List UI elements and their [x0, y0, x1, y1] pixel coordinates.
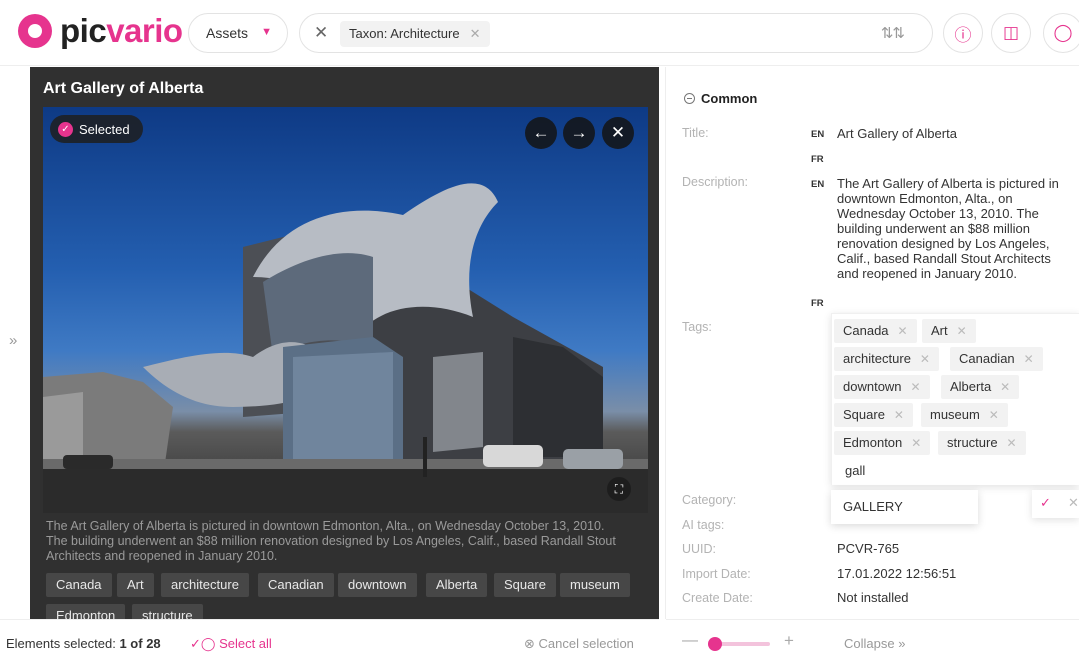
ai-tags-label: AI tags: [682, 518, 725, 532]
collapse-button[interactable]: Collapse » [844, 636, 905, 651]
collapse-section-icon [684, 93, 695, 104]
close-viewer-icon[interactable]: ✕ [602, 117, 634, 149]
confirm-check-icon[interactable]: ✓ [1040, 495, 1051, 511]
viewer-tag[interactable]: downtown [338, 573, 417, 597]
tag-chip: structure ✕ [938, 431, 1026, 455]
description-label: Description: [682, 175, 748, 189]
filter-settings-icon[interactable]: ⇅⇅ [881, 24, 905, 42]
remove-tag-icon[interactable]: ✕ [989, 403, 999, 427]
remove-tag-icon[interactable]: ✕ [957, 319, 967, 343]
remove-tag-icon[interactable]: ✕ [894, 403, 904, 427]
selection-bar: Elements selected: 1 of 28 ✓◯ Select all… [0, 619, 659, 660]
lang-fr-badge: FR [811, 154, 824, 165]
viewer-title: Art Gallery of Alberta [43, 80, 204, 97]
remove-filter-icon[interactable]: ✕ [470, 21, 481, 47]
assets-select[interactable]: Assets ▼ [188, 13, 288, 53]
remove-tag-icon[interactable]: ✕ [897, 319, 907, 343]
viewer-tag[interactable]: Edmonton [46, 604, 126, 619]
category-input[interactable]: GALLERY [831, 490, 978, 524]
fullscreen-icon[interactable]: ⛶ [607, 477, 631, 501]
select-all-button[interactable]: ✓◯ Select all [190, 636, 272, 652]
picvario-logo[interactable]: picvario [18, 14, 183, 48]
previous-arrow-icon[interactable]: ← [525, 117, 557, 149]
create-date-value: Not installed [837, 590, 909, 605]
remove-tag-icon[interactable]: ✕ [1024, 347, 1034, 371]
viewer-tag[interactable]: Art [117, 573, 154, 597]
next-arrow-icon[interactable]: → [563, 117, 595, 149]
clear-search-icon[interactable]: ✕ [314, 23, 328, 43]
elements-selected-count: Elements selected: 1 of 28 [6, 636, 161, 651]
viewer-tag[interactable]: museum [560, 573, 630, 597]
tag-chip: Canadian ✕ [950, 347, 1043, 371]
remove-tag-icon[interactable]: ✕ [1000, 375, 1010, 399]
elements-selected-value: 1 of 28 [119, 636, 161, 651]
panel-divider [665, 67, 666, 619]
zoom-slider-handle[interactable] [708, 637, 722, 651]
chevron-down-icon: ▼ [261, 26, 272, 38]
tag-input[interactable]: gall [845, 463, 865, 478]
uuid-label: UUID: [682, 542, 717, 556]
tag-chip: Canada ✕ [834, 319, 917, 343]
panel-footer: — + Collapse » [666, 619, 1079, 660]
lang-en-badge: EN [811, 179, 825, 190]
logo-mark-icon [18, 14, 52, 48]
tag-chip: Alberta ✕ [941, 375, 1020, 399]
remove-tag-icon[interactable]: ✕ [920, 347, 930, 371]
check-icon: ✓ [58, 121, 73, 137]
tag-chip: downtown ✕ [834, 375, 930, 399]
selected-badge[interactable]: ✓ Selected [50, 115, 143, 143]
zoom-out-icon[interactable]: — [682, 632, 698, 650]
section-common-header[interactable]: Common [684, 91, 757, 106]
description-en-field[interactable]: The Art Gallery of Alberta is pictured i… [837, 176, 1062, 281]
category-confirm: ✓ ✕ [1032, 490, 1079, 518]
tags-editor[interactable]: Canada ✕ Art ✕ architecture ✕ Canadian ✕ dow… [831, 313, 1079, 485]
app-header: picvario Assets ▼ ✕ Taxon: Architecture … [0, 0, 1079, 66]
tag-chip: architecture ✕ [834, 347, 939, 371]
viewer-tag[interactable]: Canadian [258, 573, 334, 597]
create-date-label: Create Date: [682, 591, 753, 605]
building-photo-illustration [43, 183, 648, 513]
cancel-selection-button[interactable]: ⊗ Cancel selection [524, 636, 634, 652]
category-label: Category: [682, 493, 737, 507]
lang-fr-badge: FR [811, 298, 824, 309]
assets-select-value: Assets [206, 25, 249, 41]
viewer-tag[interactable]: architecture [161, 573, 249, 597]
info-icon[interactable]: ⓘ [943, 13, 983, 53]
search-bar[interactable]: ✕ Taxon: Architecture ✕ ⇅⇅ [299, 13, 933, 53]
uuid-value: PCVR-765 [837, 541, 900, 556]
asset-viewer: Art Gallery of Alberta ✓ Selected ← → ✕ … [30, 67, 659, 619]
tag-chip: Edmonton ✕ [834, 431, 931, 455]
selected-badge-label: Selected [79, 121, 130, 137]
filter-chip-label: Taxon: Architecture [349, 26, 460, 41]
asset-photo[interactable] [43, 107, 648, 513]
import-date-value: 17.01.2022 12:56:51 [837, 566, 957, 581]
user-icon[interactable]: ◯ [1043, 13, 1079, 53]
title-label: Title: [682, 126, 709, 140]
expand-sidebar-icon[interactable]: » [9, 332, 17, 349]
filter-chip: Taxon: Architecture ✕ [340, 21, 490, 47]
viewer-tag[interactable]: Square [494, 573, 556, 597]
tag-chip: Square ✕ [834, 403, 913, 427]
tag-chip: museum ✕ [921, 403, 1008, 427]
remove-tag-icon[interactable]: ✕ [911, 431, 921, 455]
logo-text: picvario [60, 12, 183, 49]
zoom-in-icon[interactable]: + [784, 631, 794, 651]
title-en-field[interactable]: Art Gallery of Alberta [837, 126, 957, 141]
inbox-icon[interactable]: ◫ [991, 13, 1031, 53]
viewer-tag[interactable]: Canada [46, 573, 112, 597]
lang-en-badge: EN [811, 129, 825, 140]
import-date-label: Import Date: [682, 567, 751, 581]
photo-caption: The Art Gallery of Alberta is pictured i… [46, 519, 616, 563]
viewer-tag[interactable]: Alberta [426, 573, 488, 597]
remove-tag-icon[interactable]: ✕ [1007, 431, 1017, 455]
tag-chip: Art ✕ [922, 319, 976, 343]
tags-label: Tags: [682, 320, 712, 334]
cancel-x-icon[interactable]: ✕ [1068, 495, 1079, 511]
remove-tag-icon[interactable]: ✕ [910, 375, 920, 399]
viewer-tag[interactable]: structure [132, 604, 203, 619]
